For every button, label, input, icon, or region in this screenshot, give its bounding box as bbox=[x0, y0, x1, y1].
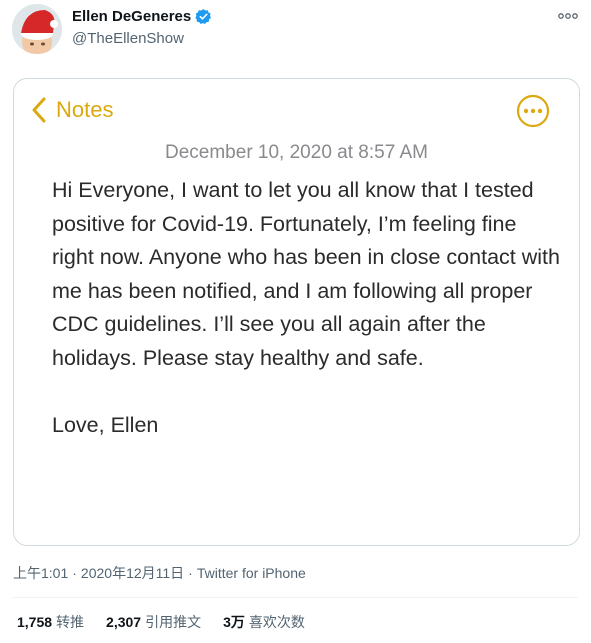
quote-tweets-stat[interactable]: 2,307 引用推文 bbox=[106, 612, 201, 632]
quote-count: 2,307 bbox=[106, 614, 142, 630]
more-horizontal-icon[interactable] bbox=[557, 10, 579, 22]
tweet-stats: 1,758 转推 2,307 引用推文 3万 喜欢次数 bbox=[17, 612, 327, 632]
retweet-count: 1,758 bbox=[17, 614, 53, 630]
note-screenshot-card[interactable]: Notes December 10, 2020 at 8:57 AM Hi Ev… bbox=[13, 78, 580, 546]
note-date: December 10, 2020 at 8:57 AM bbox=[165, 142, 428, 163]
tweet-time[interactable]: 上午1:01 bbox=[13, 565, 68, 581]
like-count: 3万 bbox=[223, 614, 245, 630]
meta-separator: · bbox=[72, 565, 77, 581]
divider bbox=[13, 597, 578, 598]
santa-hat-avatar-icon bbox=[12, 4, 62, 54]
quote-label: 引用推文 bbox=[145, 614, 202, 630]
user-handle[interactable]: @TheEllenShow bbox=[72, 30, 184, 47]
like-label: 喜欢次数 bbox=[248, 614, 305, 630]
avatar[interactable] bbox=[12, 4, 62, 54]
meta-separator: · bbox=[188, 565, 193, 581]
tweet-source[interactable]: Twitter for iPhone bbox=[197, 565, 306, 581]
likes-stat[interactable]: 3万 喜欢次数 bbox=[223, 612, 305, 632]
name-row: Ellen DeGeneres bbox=[72, 8, 212, 25]
chevron-left-icon bbox=[32, 97, 46, 123]
note-body: Hi Everyone, I want to let you all know … bbox=[52, 174, 562, 442]
note-text: Hi Everyone, I want to let you all know … bbox=[52, 178, 560, 370]
note-sign-off: Love, Ellen bbox=[52, 412, 159, 437]
tweet-date[interactable]: 2020年12月11日 bbox=[81, 565, 184, 581]
verified-badge-icon bbox=[195, 9, 212, 24]
tweet-header: Ellen DeGeneres @TheEllenShow bbox=[0, 0, 591, 70]
retweets-stat[interactable]: 1,758 转推 bbox=[17, 612, 84, 632]
display-name[interactable]: Ellen DeGeneres bbox=[72, 8, 191, 25]
more-circle-icon bbox=[516, 94, 550, 128]
retweet-label: 转推 bbox=[56, 614, 85, 630]
notes-back-button: Notes bbox=[32, 97, 113, 123]
notes-back-label: Notes bbox=[56, 97, 114, 122]
tweet-meta: 上午1:01 · 2020年12月11日 · Twitter for iPhone bbox=[13, 563, 306, 583]
